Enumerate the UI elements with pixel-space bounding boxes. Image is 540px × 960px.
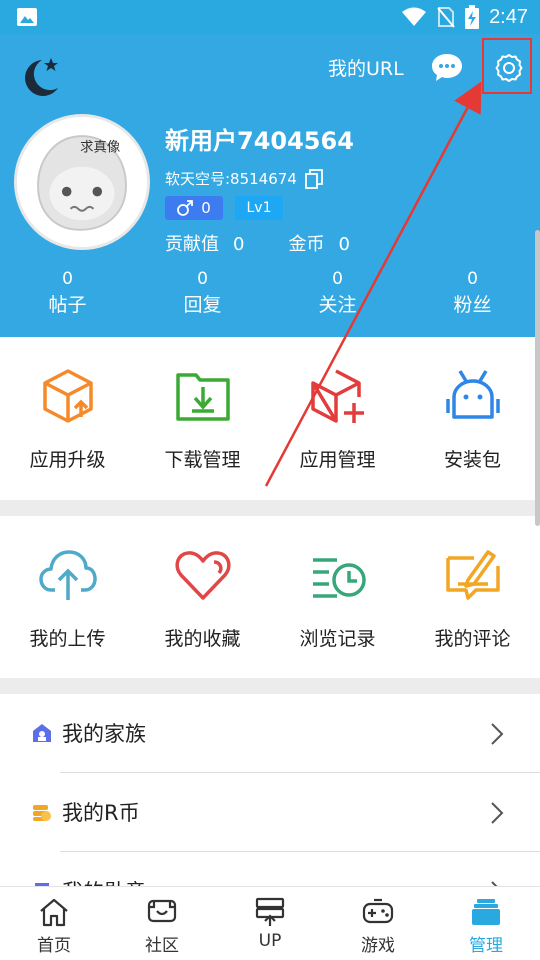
coins-label: 金币 bbox=[288, 234, 325, 255]
settings-highlight-box bbox=[482, 38, 532, 94]
count-label: 粉丝 bbox=[453, 294, 492, 316]
download-manager-button[interactable]: 下载管理 bbox=[135, 337, 270, 500]
heart-icon bbox=[174, 551, 231, 600]
user-id: 软天空号:8514674 bbox=[165, 170, 297, 188]
my-url-button[interactable]: 我的URL bbox=[328, 56, 404, 82]
count-fans[interactable]: 0 粉丝 bbox=[405, 268, 540, 320]
folder-download-icon bbox=[175, 373, 230, 421]
my-comments-button[interactable]: 我的评论 bbox=[405, 516, 540, 678]
family-icon bbox=[33, 724, 51, 742]
battery-charging-icon bbox=[465, 5, 480, 29]
history-icon bbox=[312, 558, 366, 598]
tab-label: UP bbox=[258, 931, 282, 951]
badge-row: 0 Lv1 bbox=[165, 196, 283, 220]
grid-label: 应用升级 bbox=[29, 449, 106, 471]
level-badge: Lv1 bbox=[235, 196, 283, 220]
community-icon bbox=[147, 899, 177, 923]
app-upgrade-button[interactable]: 应用升级 bbox=[0, 337, 135, 500]
browse-history-button[interactable]: 浏览记录 bbox=[270, 516, 405, 678]
home-icon bbox=[40, 898, 68, 927]
comment-edit-icon bbox=[445, 550, 500, 600]
coins-value: 0 bbox=[338, 234, 350, 255]
section-divider bbox=[0, 500, 540, 516]
tab-up[interactable]: UP bbox=[216, 887, 324, 960]
status-bar: 2:47 bbox=[0, 0, 540, 34]
tab-label: 游戏 bbox=[361, 936, 395, 956]
chevron-right-icon bbox=[491, 802, 504, 824]
coin-stack-icon bbox=[33, 805, 51, 821]
box-upgrade-icon bbox=[42, 369, 93, 423]
app-manager-button[interactable]: 应用管理 bbox=[270, 337, 405, 500]
clock: 2:47 bbox=[489, 5, 528, 28]
username: 新用户7404564 bbox=[165, 127, 354, 155]
count-label: 关注 bbox=[318, 294, 357, 316]
box-add-icon bbox=[310, 369, 364, 423]
manage-icon bbox=[472, 899, 500, 925]
app-tools-grid: 应用升级 下载管理 应用管理 安装包 bbox=[0, 337, 540, 500]
user-id-row: 软天空号:8514674 bbox=[165, 168, 323, 190]
my-uploads-button[interactable]: 我的上传 bbox=[0, 516, 135, 678]
grid-label: 我的评论 bbox=[434, 628, 511, 650]
grid-label: 应用管理 bbox=[299, 449, 376, 471]
user-tools-grid: 我的上传 我的收藏 浏览记录 我的评论 bbox=[0, 516, 540, 678]
stats-row: 贡献值 0 金币 0 bbox=[165, 232, 350, 258]
contribution-value: 0 bbox=[233, 234, 245, 255]
tab-home[interactable]: 首页 bbox=[0, 887, 108, 960]
list-item-label: 我的R币 bbox=[62, 801, 140, 825]
avatar[interactable]: 求真像 bbox=[14, 114, 150, 250]
wifi-icon bbox=[402, 7, 427, 26]
tab-label: 社区 bbox=[145, 936, 179, 956]
copy-icon[interactable] bbox=[304, 169, 323, 189]
night-mode-icon[interactable] bbox=[18, 54, 64, 100]
android-package-icon bbox=[445, 370, 500, 419]
profile-header: 我的URL 求真像 新用户7404564 软天空号:8514674 0 Lv1 … bbox=[0, 34, 540, 337]
count-posts[interactable]: 0 帖子 bbox=[0, 268, 135, 320]
install-package-button[interactable]: 安装包 bbox=[405, 337, 540, 500]
grid-label: 我的上传 bbox=[29, 628, 106, 650]
cloud-upload-icon bbox=[38, 550, 97, 600]
section-divider bbox=[0, 678, 540, 694]
contribution-label: 贡献值 bbox=[165, 234, 219, 255]
list-item-label: 我的家族 bbox=[62, 722, 146, 746]
avatar-text: 求真像 bbox=[80, 139, 120, 155]
tab-manage[interactable]: 管理 bbox=[432, 887, 540, 960]
count-value: 0 bbox=[332, 269, 343, 289]
gamepad-icon bbox=[362, 898, 394, 924]
count-value: 0 bbox=[62, 269, 73, 289]
tab-label: 管理 bbox=[469, 936, 503, 956]
grid-label: 浏览记录 bbox=[299, 628, 376, 650]
grid-label: 我的收藏 bbox=[164, 628, 241, 650]
message-icon[interactable] bbox=[430, 52, 464, 82]
list-item-family[interactable]: 我的家族 bbox=[0, 694, 540, 772]
count-replies[interactable]: 0 回复 bbox=[135, 268, 270, 320]
avatar-image: 求真像 bbox=[17, 117, 147, 247]
chevron-right-icon bbox=[491, 723, 504, 745]
counts-row: 0 帖子 0 回复 0 关注 0 粉丝 bbox=[0, 268, 540, 320]
list-item-rcoins[interactable]: 我的R币 bbox=[0, 773, 540, 851]
grid-label: 下载管理 bbox=[164, 449, 241, 471]
count-value: 0 bbox=[197, 269, 208, 289]
tab-label: 首页 bbox=[37, 936, 71, 956]
tab-games[interactable]: 游戏 bbox=[324, 887, 432, 960]
count-label: 帖子 bbox=[48, 294, 87, 316]
up-icon bbox=[255, 897, 285, 926]
my-favorites-button[interactable]: 我的收藏 bbox=[135, 516, 270, 678]
count-label: 回复 bbox=[183, 294, 222, 316]
gender-badge: 0 bbox=[165, 196, 223, 220]
image-notification-icon bbox=[17, 8, 37, 26]
count-value: 0 bbox=[467, 269, 478, 289]
bottom-tab-bar: 首页 社区 UP 游戏 管理 bbox=[0, 886, 540, 960]
gender-count: 0 bbox=[201, 199, 211, 217]
scrollbar[interactable] bbox=[535, 230, 540, 526]
male-icon bbox=[177, 200, 194, 216]
count-following[interactable]: 0 关注 bbox=[270, 268, 405, 320]
no-sim-icon bbox=[437, 7, 455, 28]
tab-community[interactable]: 社区 bbox=[108, 887, 216, 960]
grid-label: 安装包 bbox=[443, 449, 501, 471]
